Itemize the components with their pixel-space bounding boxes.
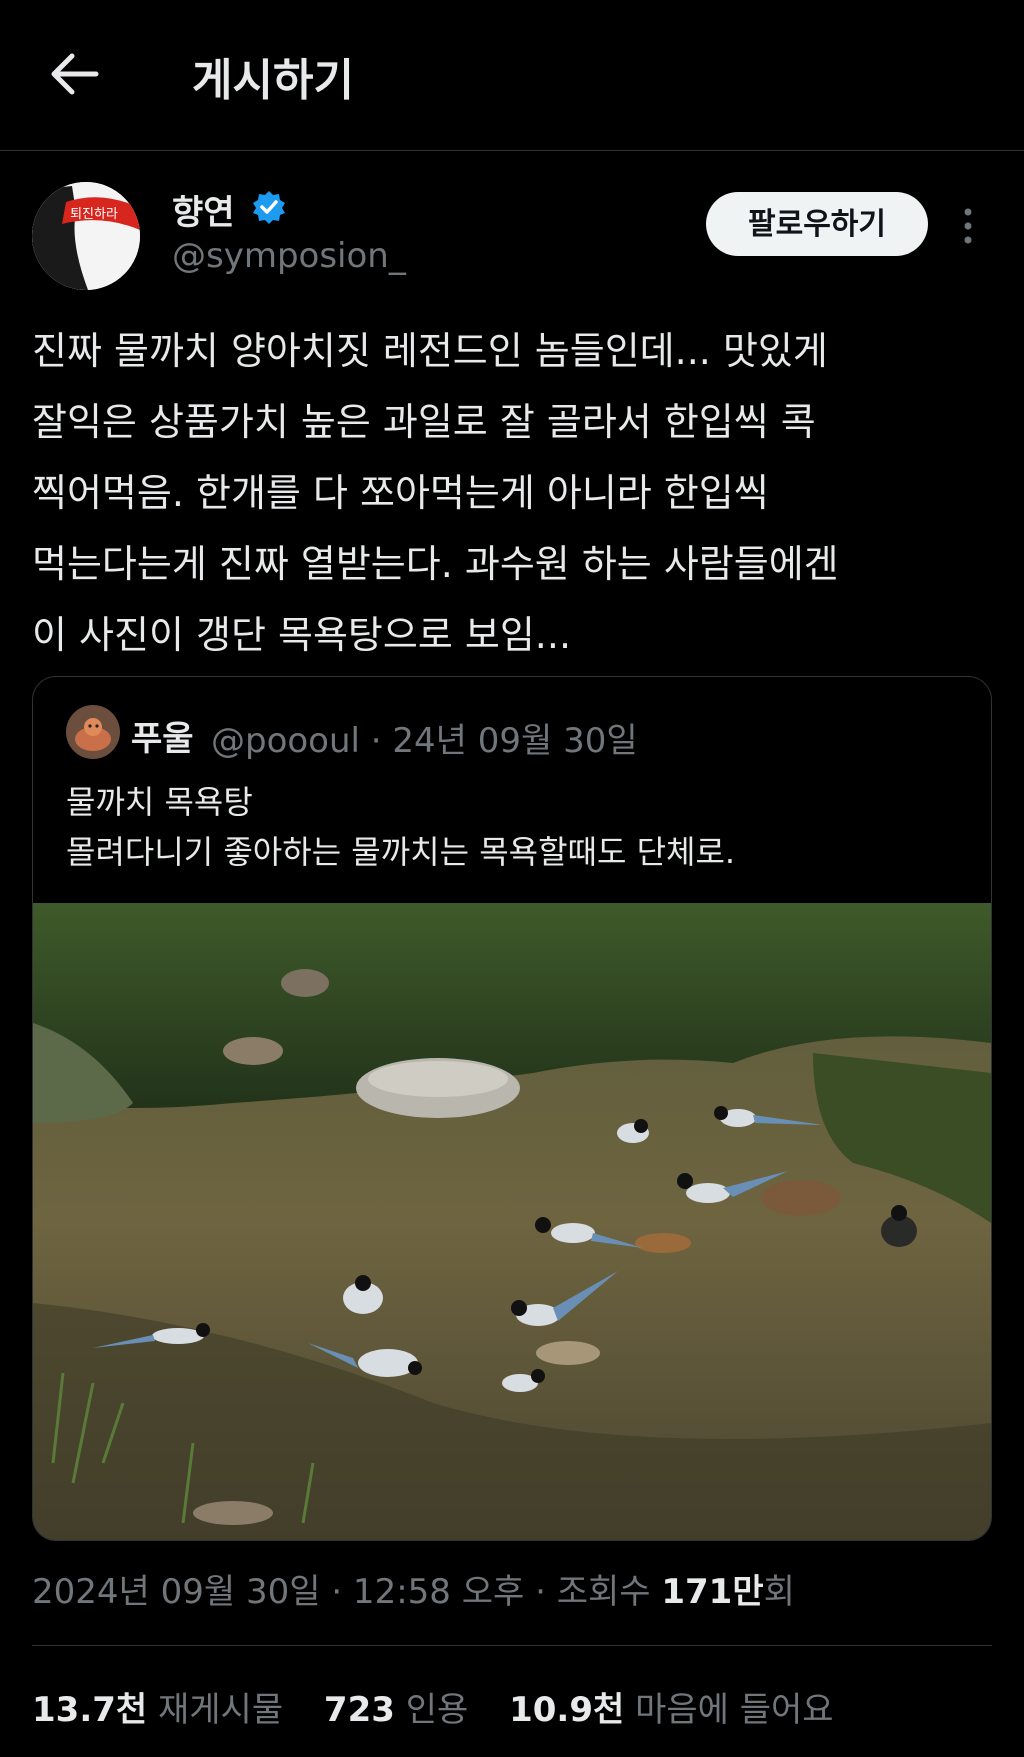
view-count: 171만 — [661, 1572, 764, 1612]
post-line: 이 사진이 갱단 목욕탕으로 보임... — [32, 613, 572, 657]
likes-stat[interactable]: 10.9천 마음에 들어요 — [509, 1690, 863, 1730]
quoted-line: 물까치 목욕탕 — [66, 783, 253, 821]
quoted-post[interactable]: 푸울 @poooul · 24년 09월 30일 물까치 목욕탕 몰려다니기 좋… — [32, 676, 992, 1541]
more-vertical-icon[interactable] — [958, 206, 978, 246]
top-bar: 게시하기 — [0, 0, 1024, 151]
verified-badge-icon — [253, 191, 285, 224]
follow-button[interactable]: 팔로우하기 — [706, 192, 928, 256]
post-line: 먹는다는게 진짜 열받는다. 과수원 하는 사람들에겐 — [32, 542, 839, 586]
reposts-label: 재게시물 — [157, 1690, 284, 1730]
headband-text: 퇴진하라 — [70, 207, 118, 222]
quoted-avatar[interactable] — [66, 705, 120, 759]
post-line: 잘익은 상품가치 높은 과일로 잘 골라서 한입씩 콕 — [32, 400, 816, 444]
post-timestamp: 2024년 09월 30일 · 12:58 오후 · 조회수 171만회 — [32, 1564, 795, 1613]
magpie-bath-photo[interactable] — [33, 903, 991, 1540]
quoted-author-name: 푸울 — [131, 719, 194, 759]
author-name[interactable]: 향연 — [172, 185, 235, 234]
quotes-label: 인용 — [405, 1690, 469, 1730]
engagement-stats: 13.7천 재게시물 723 인용 10.9천 마음에 들어요 — [32, 1682, 864, 1731]
divider — [32, 1645, 992, 1646]
quotes-count: 723 — [323, 1690, 395, 1730]
quoted-meta: @poooul · 24년 09월 30일 — [211, 721, 638, 761]
reposts-count: 13.7천 — [32, 1690, 148, 1730]
likes-count: 10.9천 — [509, 1690, 625, 1730]
quotes-stat[interactable]: 723 인용 — [324, 1690, 498, 1730]
post-line: 찍어먹음. 한개를 다 쪼아먹는게 아니라 한입씩 — [32, 471, 769, 515]
author-handle[interactable]: @symposion_ — [172, 236, 406, 276]
timestamp-prefix: 2024년 09월 30일 · 12:58 오후 · 조회수 — [32, 1572, 662, 1612]
post-line: 진짜 물까치 양아치짓 레전드인 놈들인데... 맛있게 — [32, 329, 828, 373]
page-title: 게시하기 — [192, 55, 354, 106]
quoted-line: 몰려다니기 좋아하는 물까치는 목욕할때도 단체로. — [66, 833, 736, 871]
avatar[interactable]: 퇴진하라 — [32, 182, 140, 290]
arrow-left-icon[interactable] — [46, 46, 102, 102]
likes-label: 마음에 들어요 — [635, 1690, 834, 1730]
timestamp-suffix: 회 — [763, 1572, 795, 1612]
quoted-text: 물까치 목욕탕 몰려다니기 좋아하는 물까치는 목욕할때도 단체로. — [66, 777, 735, 877]
post-text: 진짜 물까치 양아치짓 레전드인 놈들인데... 맛있게 잘익은 상품가치 높은… — [32, 316, 992, 671]
reposts-stat[interactable]: 13.7천 재게시물 — [32, 1690, 313, 1730]
